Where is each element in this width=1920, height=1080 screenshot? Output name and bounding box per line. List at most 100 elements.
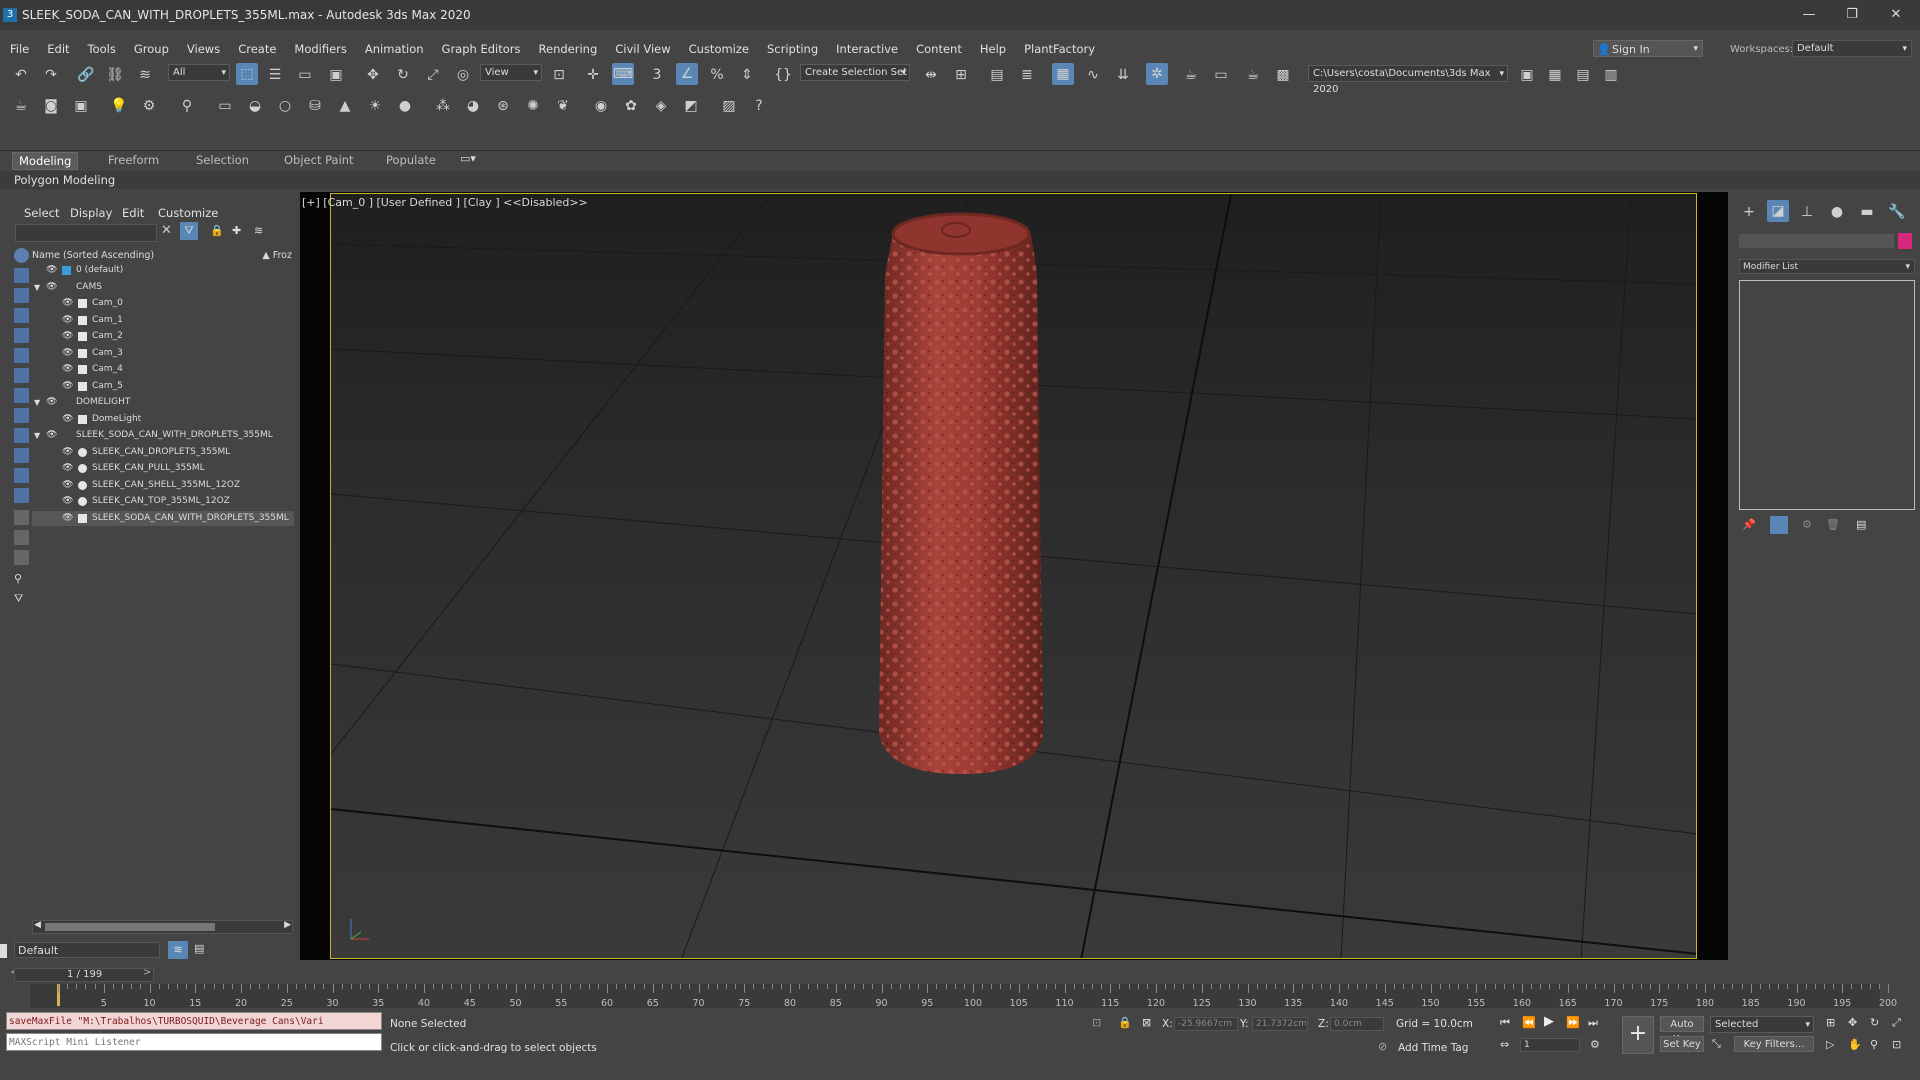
- time-slider[interactable]: 1 / 199: [14, 968, 154, 982]
- groups-filter-icon[interactable]: [14, 388, 29, 403]
- motion-panel-icon[interactable]: ●: [1826, 201, 1848, 223]
- pivot-center-icon[interactable]: ⊡: [548, 64, 570, 86]
- undo-icon[interactable]: ↶: [10, 64, 32, 86]
- all-filter-icon[interactable]: [14, 510, 29, 525]
- make-unique-icon[interactable]: ⚙: [1802, 518, 1812, 531]
- percent-snap-icon[interactable]: %: [706, 64, 728, 86]
- workspace-select[interactable]: Default ▾: [1792, 40, 1912, 57]
- visibility-eye-icon[interactable]: 👁: [62, 362, 73, 377]
- scroll-left-icon[interactable]: ◀: [34, 920, 41, 930]
- visibility-eye-icon[interactable]: 👁: [62, 412, 73, 427]
- absolute-mode-icon[interactable]: ⊠: [1142, 1016, 1151, 1029]
- isolate-selection-icon[interactable]: ⊡: [1092, 1016, 1101, 1029]
- utilities-panel-icon[interactable]: 🔧: [1886, 201, 1908, 223]
- select-by-name-icon[interactable]: ☰: [264, 64, 286, 86]
- render-production-icon[interactable]: ☕: [1242, 64, 1264, 86]
- next-key-icon[interactable]: ⏩: [1566, 1016, 1580, 1029]
- visibility-eye-icon[interactable]: 👁: [62, 329, 73, 344]
- key-set-dropdown[interactable]: Selected: [1710, 1016, 1814, 1033]
- explorer-row[interactable]: 👁 SLEEK_SODA_CAN_WITH_DROPLETS_355ML: [32, 510, 294, 526]
- menu-edit[interactable]: Edit: [38, 40, 78, 58]
- explorer-row[interactable]: 👁 Cam_1: [32, 313, 294, 328]
- sort-explorer-icon[interactable]: ▤: [194, 942, 204, 955]
- expand-icon[interactable]: ▼: [34, 280, 40, 295]
- explorer-row[interactable]: 👁 DomeLight: [32, 412, 294, 427]
- expand-icon[interactable]: ▼: [34, 428, 40, 443]
- spinner-snap-icon[interactable]: ⇕: [736, 64, 758, 86]
- schematic-view-icon[interactable]: ⇊: [1112, 64, 1134, 86]
- display-panel-icon[interactable]: ▬: [1856, 201, 1878, 223]
- color-palette-icon[interactable]: ✿: [620, 95, 642, 117]
- menu-animation[interactable]: Animation: [356, 40, 433, 58]
- render-setup-icon[interactable]: ☕: [1180, 64, 1202, 86]
- auto-key-button[interactable]: Auto Key: [1660, 1016, 1704, 1045]
- menu-interactive[interactable]: Interactive: [827, 40, 907, 58]
- plane-icon[interactable]: ▭: [214, 95, 236, 117]
- plant-icon[interactable]: ❦: [552, 95, 574, 117]
- display-all-icon[interactable]: [14, 248, 29, 263]
- lock-icon[interactable]: 🔒: [210, 224, 224, 237]
- rotate-icon[interactable]: ↻: [392, 64, 414, 86]
- soda-can[interactable]: [879, 212, 1043, 774]
- cameras-filter-icon[interactable]: [14, 328, 29, 343]
- menu-create[interactable]: Create: [229, 40, 285, 58]
- shapes-filter-icon[interactable]: [14, 288, 29, 303]
- tab-selection[interactable]: Selection: [190, 152, 255, 168]
- visibility-eye-icon[interactable]: 👁: [62, 461, 73, 476]
- viewport-label[interactable]: [+] [Cam_0 ] [User Defined ] [Clay ] <<D…: [302, 196, 588, 209]
- set-key-button[interactable]: Set Key: [1660, 1036, 1704, 1052]
- teapot-icon[interactable]: ☕: [10, 95, 32, 117]
- named-selection-set-dropdown[interactable]: Create Selection Set: [800, 64, 910, 81]
- link-icon[interactable]: 🔗: [75, 64, 97, 86]
- key-filters-button[interactable]: Key Filters...: [1734, 1036, 1814, 1052]
- next-frame-icon[interactable]: >: [143, 967, 151, 978]
- explorer-column-header[interactable]: Name (Sorted Ascending) ▲ Froz: [32, 249, 294, 263]
- explorer-row[interactable]: 👁 SLEEK_CAN_TOP_355ML_12OZ: [32, 494, 294, 509]
- close-icon[interactable]: ✕: [161, 223, 172, 238]
- polygon-modeling-label[interactable]: Polygon Modeling: [14, 173, 115, 187]
- select-manipulate-icon[interactable]: ✛: [582, 64, 604, 86]
- move-icon[interactable]: ✥: [362, 64, 384, 86]
- project-settings-icon[interactable]: ▥: [1600, 64, 1622, 86]
- layer-explorer-toggle-icon[interactable]: ≋: [168, 941, 188, 959]
- scroll-right-icon[interactable]: ▶: [284, 920, 291, 930]
- y-coordinate-field[interactable]: 21.7372cm: [1252, 1017, 1308, 1031]
- explorer-row[interactable]: 👁 0 (default): [32, 263, 294, 278]
- geometry-icon[interactable]: ⊛: [492, 95, 514, 117]
- track-bar[interactable]: 5 10 15 20 25 30 35 40 45 50 55 60 65 70 75 80 85 90 95 100…: [30, 984, 1897, 1009]
- project-icon[interactable]: ▤: [1572, 64, 1594, 86]
- menu-file[interactable]: File: [0, 40, 38, 58]
- material-sphere-icon[interactable]: ◉: [590, 95, 612, 117]
- explorer-row[interactable]: 👁 SLEEK_CAN_DROPLETS_355ML: [32, 445, 294, 460]
- time-configuration-icon[interactable]: ⚙: [1590, 1038, 1600, 1051]
- project-path-dropdown[interactable]: C:\Users\costa\Documents\3ds Max 2020: [1308, 65, 1508, 95]
- orbit-icon[interactable]: ↻: [1870, 1016, 1879, 1029]
- frozen-filter-icon[interactable]: [14, 468, 29, 483]
- particle-icon[interactable]: ✺: [522, 95, 544, 117]
- create-panel-icon[interactable]: +: [1738, 201, 1760, 223]
- goto-end-icon[interactable]: ⏭: [1588, 1016, 1598, 1030]
- scene-converter-icon[interactable]: ◩: [680, 95, 702, 117]
- funnel-icon[interactable]: ⛛: [14, 592, 23, 606]
- field-of-view-icon[interactable]: ▷: [1826, 1038, 1834, 1051]
- visibility-eye-icon[interactable]: 👁: [62, 494, 73, 509]
- help-icon[interactable]: ?: [748, 95, 770, 117]
- restore-button[interactable]: ❐: [1832, 4, 1872, 26]
- scene-explorer-toggle-icon[interactable]: ▤: [986, 64, 1008, 86]
- menu-views[interactable]: Views: [178, 40, 229, 58]
- set-key-big-button[interactable]: +: [1622, 1016, 1654, 1054]
- edit-named-selection-icon[interactable]: {}: [772, 64, 794, 86]
- pin-stack-icon[interactable]: 📌: [1742, 518, 1756, 531]
- hierarchy-panel-icon[interactable]: ⊥: [1796, 201, 1818, 223]
- selection-lock-icon[interactable]: 🔒: [1118, 1016, 1132, 1029]
- close-button[interactable]: ✕: [1876, 4, 1916, 26]
- layers-icon[interactable]: ≋: [254, 224, 263, 237]
- explorer-row[interactable]: ▼ 👁 SLEEK_SODA_CAN_WITH_DROPLETS_355ML: [32, 428, 294, 443]
- dome-icon[interactable]: ◒: [244, 95, 266, 117]
- material-editor-icon[interactable]: ✲: [1146, 63, 1168, 85]
- time-tag-icon[interactable]: ⊘: [1378, 1040, 1387, 1053]
- menu-rendering[interactable]: Rendering: [530, 40, 607, 58]
- key-tangent-icon[interactable]: ⤡: [1712, 1037, 1721, 1051]
- invert-filter-icon[interactable]: [14, 550, 29, 565]
- menu-customize[interactable]: Customize: [680, 40, 758, 58]
